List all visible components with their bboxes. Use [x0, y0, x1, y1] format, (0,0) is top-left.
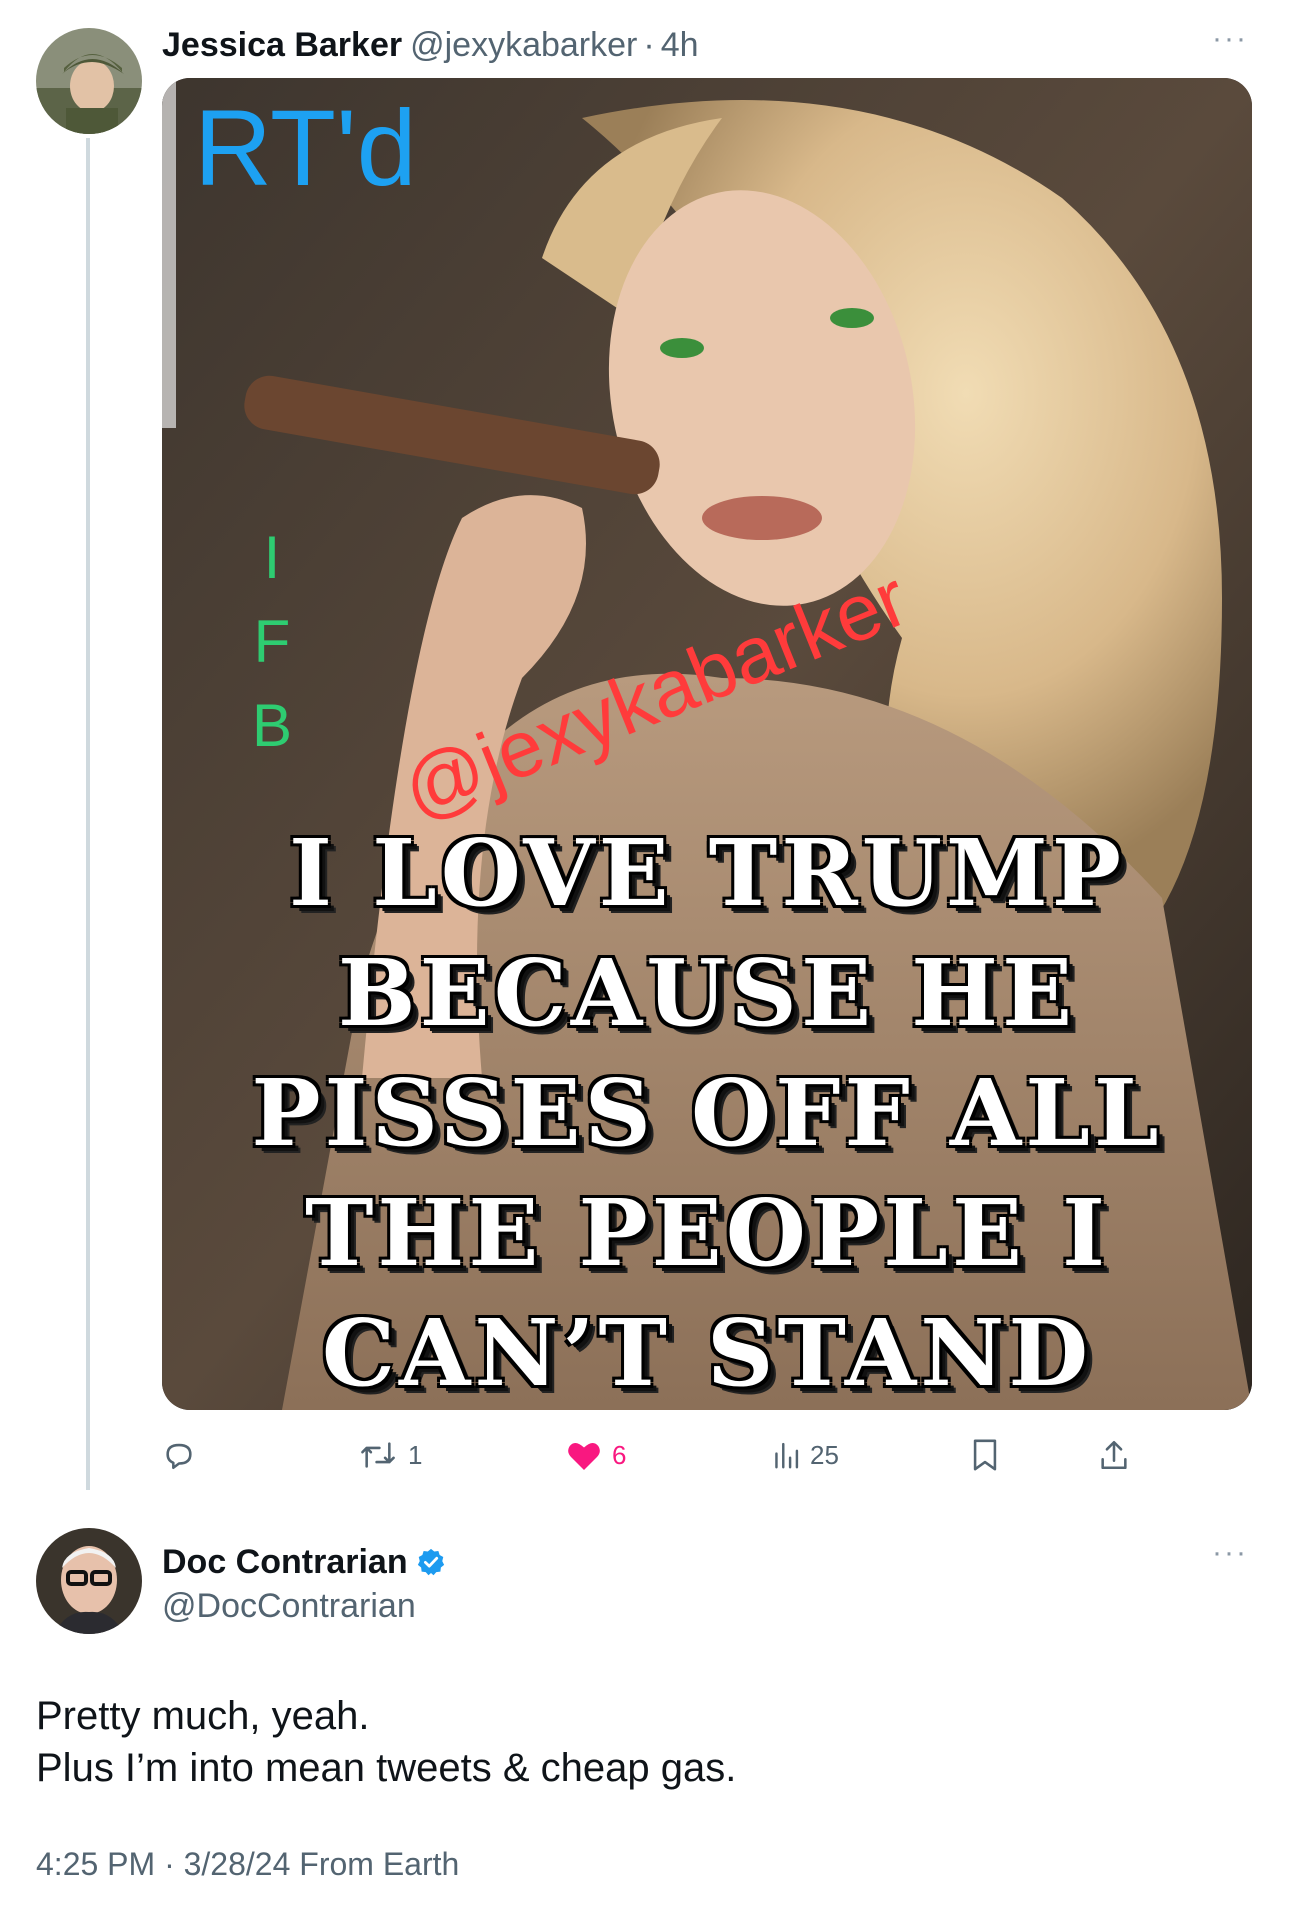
more-options-icon[interactable]: ··· [1212, 1538, 1248, 1568]
avatar[interactable] [36, 1528, 142, 1634]
views-button[interactable]: 25 [772, 1430, 839, 1480]
overlay-ifb-text: I F B [242, 528, 302, 780]
reply-button[interactable] [162, 1430, 196, 1480]
more-options-icon[interactable]: ··· [1212, 24, 1248, 54]
bookmark-icon [973, 1439, 997, 1471]
retweet-header: Jessica Barker @jexykabarker · 4h [162, 20, 699, 70]
retweet-count: 1 [408, 1439, 423, 1470]
view-count: 25 [810, 1439, 839, 1470]
retweet-icon [361, 1442, 395, 1468]
post-text-line: Plus I’m into mean tweets & cheap gas. [36, 1746, 737, 1790]
share-icon [1101, 1440, 1127, 1470]
caption-line: PISSES OFF ALL [251, 1059, 1163, 1167]
views-chart-icon [775, 1442, 799, 1469]
author-name[interactable]: Jessica Barker [162, 26, 402, 65]
reply-author: Doc Contrarian @DocContrarian [162, 1540, 446, 1628]
image-caption: I LOVE TRUMP BECAUSE HE PISSES OFF ALL T… [162, 813, 1252, 1410]
like-count: 6 [612, 1439, 627, 1470]
post-text-line: Pretty much, yeah. [36, 1694, 370, 1738]
author-name[interactable]: Doc Contrarian [162, 1543, 408, 1582]
retweet-button[interactable]: 1 [358, 1430, 422, 1480]
caption-line: I LOVE TRUMP [289, 819, 1125, 927]
bookmark-button[interactable] [970, 1430, 1000, 1480]
post-timestamp[interactable]: 4:25 PM · 3/28/24 From Earth [36, 1846, 459, 1883]
author-handle[interactable]: @DocContrarian [162, 1584, 446, 1628]
overlay-ifb-letter: I [263, 524, 281, 591]
separator-dot: · [643, 25, 655, 64]
overlay-rtd-text: RT'd [194, 87, 417, 208]
avatar[interactable] [36, 28, 142, 134]
reply-icon [166, 1443, 192, 1470]
thread-connector-line [86, 138, 90, 1490]
verified-badge-icon[interactable] [416, 1547, 446, 1577]
caption-line: BECAUSE HE [337, 939, 1077, 1047]
post-image[interactable]: RT'd I F B @jexykabarker I LOVE TRUMP BE… [162, 78, 1252, 1410]
overlay-ifb-letter: B [251, 692, 293, 759]
caption-line: THE PEOPLE I [304, 1179, 1110, 1287]
like-button[interactable]: 6 [566, 1430, 626, 1480]
caption-line: CAN’T STAND [321, 1299, 1093, 1407]
heart-icon [568, 1442, 600, 1470]
author-handle[interactable]: @jexykabarker [410, 26, 637, 65]
post-text: Pretty much, yeah. Plus I’m into mean tw… [36, 1690, 736, 1794]
action-bar: 1 6 25 [162, 1430, 1162, 1480]
post-age[interactable]: 4h [661, 26, 699, 65]
share-button[interactable] [1098, 1430, 1130, 1480]
overlay-ifb-letter: F [253, 608, 291, 675]
